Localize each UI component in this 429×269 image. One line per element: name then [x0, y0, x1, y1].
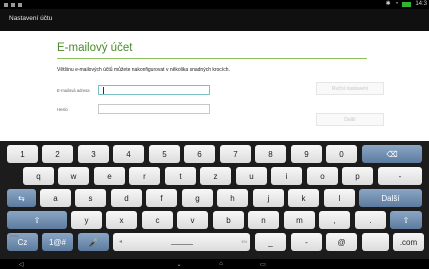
notification-icons	[4, 0, 22, 9]
key-z[interactable]: z	[200, 167, 231, 185]
space-language-hint: EN	[241, 239, 247, 244]
next-action-key[interactable]: Další	[359, 189, 422, 207]
key-x[interactable]: x	[106, 211, 137, 229]
notification-icon	[18, 2, 22, 7]
key-q[interactable]: q	[23, 167, 54, 185]
key-3[interactable]: 3	[78, 145, 109, 163]
key-e[interactable]: e	[94, 167, 125, 185]
manual-setup-button[interactable]: Ruční nastavení	[316, 82, 384, 95]
key-y[interactable]: y	[71, 211, 102, 229]
recent-apps-icon[interactable]: ▭	[256, 260, 270, 268]
key-2[interactable]: 2	[42, 145, 73, 163]
intro-text: Většinu e-mailových účtů můžete nakonfig…	[57, 67, 230, 73]
text-cursor	[103, 87, 104, 94]
key-m[interactable]: m	[284, 211, 315, 229]
key-l[interactable]: l	[324, 189, 355, 207]
key-5[interactable]: 5	[149, 145, 180, 163]
key-d[interactable]: d	[111, 189, 142, 207]
key-p[interactable]: p	[342, 167, 373, 185]
space-bar-icon	[171, 244, 193, 245]
language-label: Cz	[17, 237, 28, 247]
key-v[interactable]: v	[177, 211, 208, 229]
email-label: E-mailová adresa	[57, 88, 90, 93]
language-key[interactable]: Česky Cz	[7, 233, 38, 251]
email-field[interactable]	[98, 85, 210, 95]
key-c[interactable]: c	[142, 211, 173, 229]
key-r[interactable]: r	[129, 167, 160, 185]
navigation-bar: ◁ ⌄ ⌂ ▭	[0, 259, 429, 269]
backspace-key[interactable]: ⌫	[362, 145, 422, 163]
underscore-glyph: _	[268, 237, 273, 247]
key-s[interactable]: s	[75, 189, 106, 207]
key-a[interactable]: a	[40, 189, 71, 207]
key-underscore[interactable]: _	[255, 233, 286, 251]
key-0[interactable]: 0	[326, 145, 357, 163]
key-at[interactable]: @	[326, 233, 357, 251]
key-comma[interactable]: ,	[319, 211, 350, 229]
key-dotcom[interactable]: .com	[393, 233, 424, 251]
key-u[interactable]: u	[236, 167, 267, 185]
key-6[interactable]: 6	[184, 145, 215, 163]
tab-icon: ⇆	[18, 193, 25, 203]
key-b[interactable]: b	[213, 211, 244, 229]
key-minus[interactable]: -	[378, 167, 422, 185]
notification-icon	[11, 2, 15, 7]
left-arrow-icon: ◂	[119, 239, 123, 245]
key-1[interactable]: 1	[7, 145, 38, 163]
bottom-key-row: Česky Cz 1@# 🎤 ◂ EN _ - @ .com	[0, 233, 429, 251]
key-h[interactable]: h	[217, 189, 248, 207]
key-dash[interactable]: -	[291, 233, 322, 251]
back-icon[interactable]: ◁	[14, 260, 28, 268]
letter-row-1: q w e r t z u i o p -	[0, 167, 429, 185]
hide-keyboard-icon[interactable]: ⌄	[172, 260, 186, 268]
key-blank[interactable]	[362, 233, 389, 251]
key-o[interactable]: o	[307, 167, 338, 185]
key-t[interactable]: t	[165, 167, 196, 185]
status-time: 14:3	[415, 1, 427, 7]
key-k[interactable]: k	[288, 189, 319, 207]
wifi-icon: ◔	[394, 1, 399, 7]
next-button[interactable]: Další	[316, 113, 384, 126]
number-row: 1 2 3 4 5 6 7 8 9 0 ⌫	[0, 145, 429, 163]
password-field[interactable]	[98, 104, 210, 114]
key-j[interactable]: j	[253, 189, 284, 207]
key-w[interactable]: w	[58, 167, 89, 185]
key-f[interactable]: f	[146, 189, 177, 207]
key-4[interactable]: 4	[113, 145, 144, 163]
title-divider	[57, 58, 367, 59]
status-right: ✱ ◔ 14:3	[386, 0, 427, 9]
language-hint: Česky	[9, 234, 19, 238]
space-key[interactable]: ◂ EN	[113, 233, 250, 251]
account-setup-form: E-mailový účet Většinu e-mailových účtů …	[0, 31, 429, 141]
tab-key[interactable]: ⇆	[7, 189, 36, 207]
action-bar-title: Nastavení účtu	[9, 15, 53, 22]
status-bar: ✱ ◔ 14:3	[0, 0, 429, 9]
key-8[interactable]: 8	[255, 145, 286, 163]
notification-icon	[4, 2, 8, 7]
action-bar: Nastavení účtu	[0, 9, 429, 31]
letter-row-3: ⇧ y x c v b n m , . ⇧	[0, 211, 429, 229]
backspace-icon: ⌫	[386, 149, 398, 159]
home-icon[interactable]: ⌂	[214, 260, 228, 268]
key-i[interactable]: i	[271, 167, 302, 185]
key-9[interactable]: 9	[291, 145, 322, 163]
key-n[interactable]: n	[248, 211, 279, 229]
shift-key-right[interactable]: ⇧	[390, 211, 422, 229]
password-label: Heslo	[57, 107, 68, 112]
soft-keyboard: 1 2 3 4 5 6 7 8 9 0 ⌫ q w e r t z u i o …	[0, 141, 429, 259]
key-g[interactable]: g	[182, 189, 213, 207]
shift-icon: ⇧	[402, 215, 410, 225]
shift-icon: ⇧	[33, 215, 41, 225]
bluetooth-icon: ✱	[385, 1, 391, 7]
shift-key-left[interactable]: ⇧	[7, 211, 67, 229]
page-title: E-mailový účet	[57, 42, 133, 54]
key-7[interactable]: 7	[220, 145, 251, 163]
microphone-icon: 🎤	[88, 237, 99, 247]
letter-row-2: ⇆ a s d f g h j k l Další	[0, 189, 429, 207]
symbols-key[interactable]: 1@#	[42, 233, 73, 251]
voice-input-key[interactable]: 🎤	[78, 233, 109, 251]
battery-icon	[402, 2, 412, 7]
key-period[interactable]: .	[355, 211, 386, 229]
